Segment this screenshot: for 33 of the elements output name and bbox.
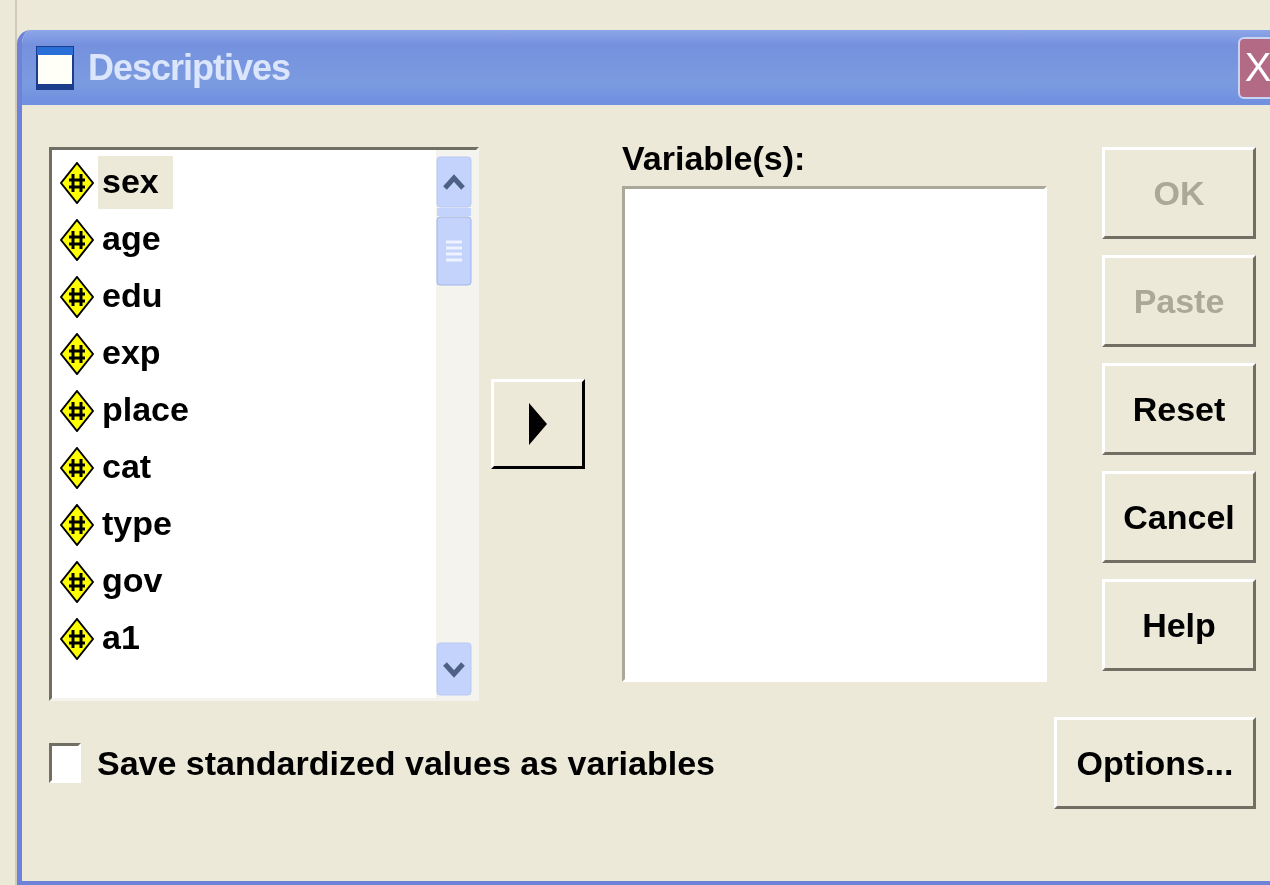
variable-item[interactable]: cat (98, 441, 166, 494)
variable-item[interactable]: sex (98, 156, 173, 209)
numeric-variable-icon (60, 503, 94, 546)
checkbox[interactable] (49, 743, 81, 783)
dialog-button[interactable]: Reset (1102, 363, 1256, 455)
move-right-button[interactable] (490, 379, 585, 469)
variable-item[interactable]: gov (98, 555, 177, 608)
variable-item[interactable]: type (98, 498, 186, 551)
numeric-variable-icon (60, 389, 94, 432)
numeric-variable-icon (60, 161, 94, 204)
target-list-label: Variable(s): (622, 139, 807, 178)
scroll-up-icon[interactable] (436, 156, 472, 216)
triangle-right-icon (527, 402, 548, 446)
variable-item[interactable]: age (98, 213, 175, 266)
variable-item[interactable]: place (98, 384, 203, 437)
checkbox-label: Save standardized values as variables (97, 743, 715, 783)
dialog-button[interactable]: Cancel (1102, 471, 1256, 563)
window-title: Descriptives (88, 46, 292, 89)
variable-item[interactable]: a1 (98, 612, 154, 665)
dialog-button[interactable]: Help (1102, 579, 1256, 671)
window-icon (36, 45, 74, 90)
options-button[interactable]: Options... (1054, 717, 1256, 809)
close-button[interactable]: X (1238, 36, 1270, 99)
scroll-thumb-icon[interactable] (436, 216, 472, 286)
variable-item[interactable]: exp (98, 327, 175, 380)
numeric-variable-icon (60, 617, 94, 660)
numeric-variable-icon (60, 332, 94, 375)
numeric-variable-icon (60, 446, 94, 489)
numeric-variable-icon (60, 275, 94, 318)
scroll-down-icon[interactable] (436, 642, 472, 698)
numeric-variable-icon (60, 560, 94, 603)
variable-item[interactable]: edu (98, 270, 177, 323)
numeric-variable-icon (60, 218, 94, 261)
